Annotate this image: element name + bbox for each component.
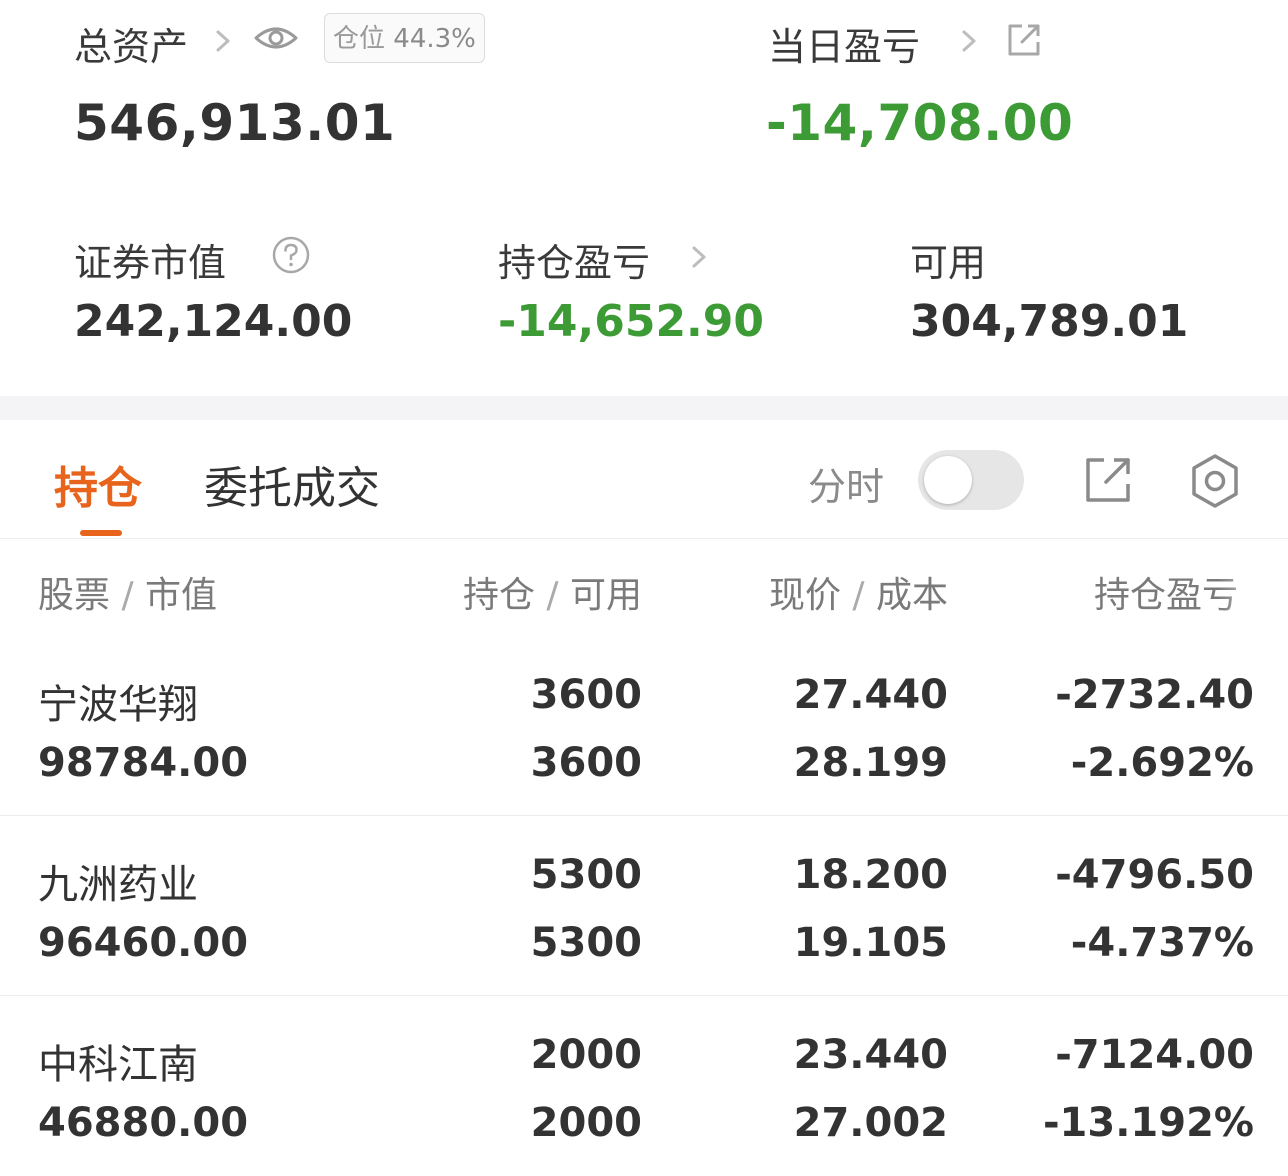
share-icon[interactable] — [1004, 20, 1044, 60]
tabs-divider — [0, 538, 1288, 539]
column-header-holding[interactable]: 持仓 / 可用 — [420, 566, 642, 618]
timeshare-toggle[interactable] — [918, 450, 1024, 510]
column-header-price-main: 现价 — [768, 575, 841, 616]
stock-market-value: 98784.00 — [38, 740, 249, 786]
position-ratio-value: 44.3% — [393, 24, 476, 54]
cost-price: 27.002 — [793, 1100, 948, 1146]
holding-pnl-amount: -2732.40 — [1055, 672, 1254, 718]
market-value-value: 242,124.00 — [74, 296, 353, 347]
stock-market-value: 46880.00 — [38, 1100, 249, 1146]
holding-pnl-value: -14,652.90 — [498, 296, 764, 347]
position-ratio-label: 仓位 — [333, 24, 386, 54]
section-divider — [0, 396, 1288, 420]
available-qty: 2000 — [530, 1100, 642, 1146]
holding-pnl-amount: -4796.50 — [1055, 852, 1254, 898]
column-header-holding-main: 持仓 — [462, 575, 535, 616]
column-header-holding-sub: 可用 — [569, 575, 642, 616]
tab-holdings[interactable]: 持仓 — [54, 452, 142, 516]
available-qty: 5300 — [530, 920, 642, 966]
chevron-right-icon[interactable] — [956, 24, 982, 58]
holding-pnl-percent: -13.192% — [1042, 1100, 1254, 1146]
stock-market-value: 96460.00 — [38, 920, 249, 966]
gear-icon[interactable] — [1186, 452, 1244, 510]
tab-orders-trades[interactable]: 委托成交 — [204, 452, 380, 516]
toggle-knob — [924, 456, 972, 504]
position-ratio-badge: 仓位 44.3% — [324, 13, 485, 63]
daily-pnl-label[interactable]: 当日盈亏 — [768, 16, 920, 71]
stock-name: 宁波华翔 — [38, 682, 198, 728]
total-assets-value: 546,913.01 — [74, 94, 396, 152]
market-value-label: 证券市值 — [74, 241, 227, 285]
holding-pnl-label[interactable]: 持仓盈亏 — [498, 232, 650, 287]
current-price: 27.440 — [793, 672, 948, 718]
timeshare-label: 分时 — [808, 465, 885, 509]
available-qty: 3600 — [530, 740, 642, 786]
holding-qty: 2000 — [530, 1032, 642, 1078]
column-header-price-sub: 成本 — [875, 575, 948, 616]
column-header-holding-pnl[interactable]: 持仓盈亏 — [1094, 566, 1238, 618]
stock-name: 中科江南 — [38, 1042, 198, 1088]
column-header-stock-main: 股票 — [38, 575, 111, 616]
holding-pnl-percent: -4.737% — [1070, 920, 1254, 966]
holding-pnl-amount: -7124.00 — [1055, 1032, 1254, 1078]
holding-qty: 5300 — [530, 852, 642, 898]
help-icon[interactable] — [270, 234, 312, 276]
current-price: 18.200 — [793, 852, 948, 898]
available-value: 304,789.01 — [910, 296, 1189, 347]
active-tab-indicator — [80, 530, 122, 536]
chevron-right-icon[interactable] — [686, 240, 712, 274]
column-header-stock[interactable]: 股票 / 市值 — [38, 566, 217, 618]
current-price: 23.440 — [793, 1032, 948, 1078]
available-label: 可用 — [910, 241, 987, 285]
column-header-price[interactable]: 现价 / 成本 — [726, 566, 948, 618]
holding-qty: 3600 — [530, 672, 642, 718]
daily-pnl-value: -14,708.00 — [766, 94, 1074, 152]
header-fade-overlay — [1218, 560, 1288, 620]
eye-icon[interactable] — [252, 18, 300, 58]
holding-pnl-percent: -2.692% — [1070, 740, 1254, 786]
cost-price: 19.105 — [793, 920, 948, 966]
cost-price: 28.199 — [793, 740, 948, 786]
chevron-right-icon[interactable] — [210, 24, 236, 58]
share-icon[interactable] — [1082, 454, 1134, 506]
column-header-stock-sub: 市值 — [145, 575, 218, 616]
stock-name: 九洲药业 — [38, 862, 198, 908]
total-assets-label[interactable]: 总资产 — [74, 16, 188, 71]
